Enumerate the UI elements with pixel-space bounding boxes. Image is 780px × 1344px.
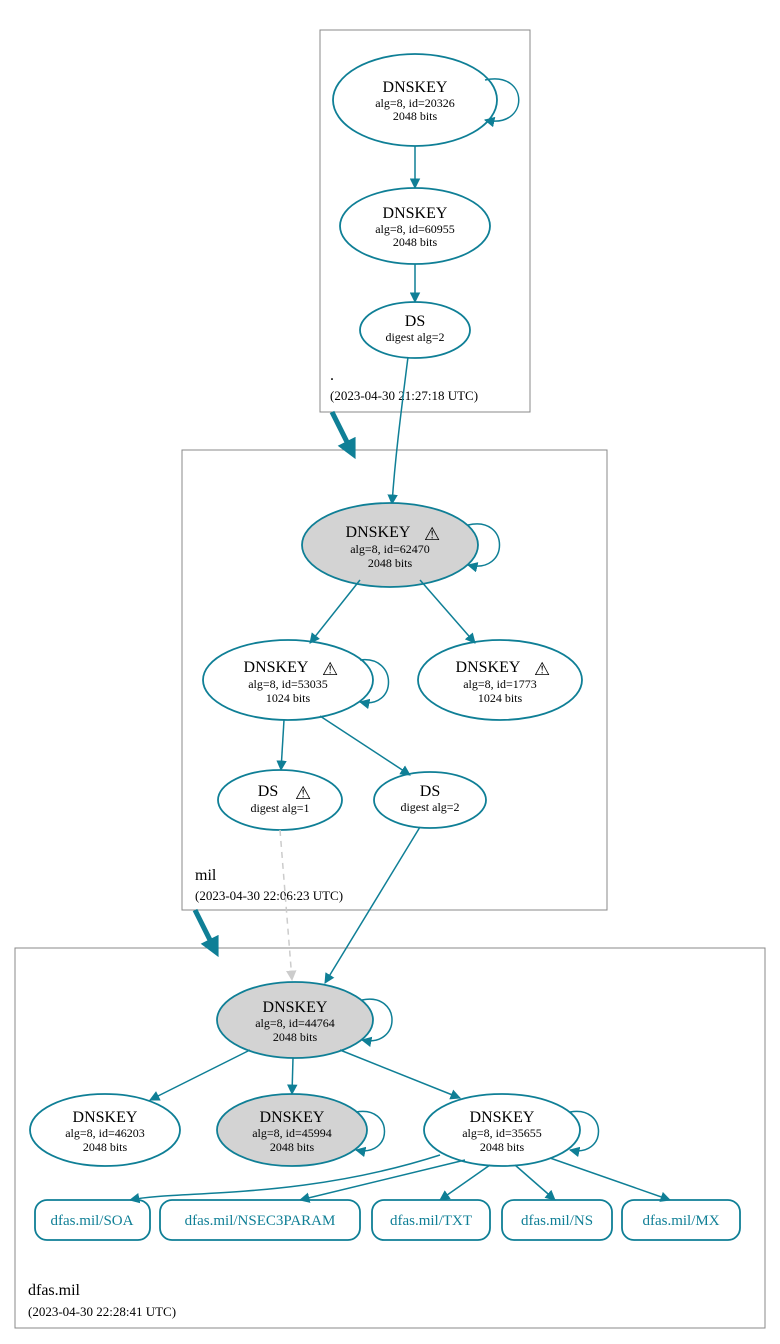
edge-ksk-k1 xyxy=(150,1050,250,1100)
edge-ksk-k3 xyxy=(340,1050,460,1098)
svg-text:alg=8, id=20326: alg=8, id=20326 xyxy=(375,96,455,110)
edge-root-to-mil-thick xyxy=(332,412,352,452)
svg-text:DNSKEY: DNSKEY xyxy=(383,79,448,96)
svg-text:1024 bits: 1024 bits xyxy=(478,691,523,705)
svg-text:DS: DS xyxy=(420,783,440,800)
node-root-ds: DS digest alg=2 xyxy=(360,302,470,358)
svg-text:1024 bits: 1024 bits xyxy=(266,691,311,705)
node-mil-zsk1: DNSKEY ⚠ alg=8, id=53035 1024 bits xyxy=(203,640,373,720)
record-txt: dfas.mil/TXT xyxy=(372,1200,490,1240)
svg-text:DNSKEY: DNSKEY xyxy=(383,205,448,222)
edge-k3-ns xyxy=(515,1165,555,1200)
node-dfas-ksk: DNSKEY alg=8, id=44764 2048 bits xyxy=(217,982,373,1058)
svg-text:2048 bits: 2048 bits xyxy=(393,235,438,249)
edge-rds-milksk xyxy=(392,357,408,504)
node-root-zsk: DNSKEY alg=8, id=60955 2048 bits xyxy=(340,188,490,264)
svg-text:DNSKEY: DNSKEY xyxy=(263,999,328,1016)
warning-icon: ⚠ xyxy=(424,524,440,544)
zone-mil-name: mil xyxy=(195,867,217,884)
node-dfas-k1: DNSKEY alg=8, id=46203 2048 bits xyxy=(30,1094,180,1166)
node-mil-zsk2: DNSKEY ⚠ alg=8, id=1773 1024 bits xyxy=(418,640,582,720)
svg-text:alg=8, id=46203: alg=8, id=46203 xyxy=(65,1126,145,1140)
svg-text:2048 bits: 2048 bits xyxy=(270,1140,315,1154)
svg-text:alg=8, id=1773: alg=8, id=1773 xyxy=(463,677,537,691)
record-ns: dfas.mil/NS xyxy=(502,1200,612,1240)
edge-k3-mx xyxy=(550,1158,670,1200)
svg-text:alg=8, id=62470: alg=8, id=62470 xyxy=(350,542,430,556)
svg-text:2048 bits: 2048 bits xyxy=(393,109,438,123)
edge-k3-txt xyxy=(440,1165,490,1200)
warning-icon: ⚠ xyxy=(322,659,338,679)
edge-ds1-dfasksk-dashed xyxy=(280,830,292,980)
svg-text:dfas.mil/MX: dfas.mil/MX xyxy=(642,1213,719,1229)
svg-text:DNSKEY: DNSKEY xyxy=(346,524,411,541)
svg-text:2048 bits: 2048 bits xyxy=(83,1140,128,1154)
edge-milksk-zsk2 xyxy=(420,580,475,643)
edge-mil-to-dfas-thick xyxy=(195,910,215,950)
svg-text:2048 bits: 2048 bits xyxy=(368,556,413,570)
record-soa: dfas.mil/SOA xyxy=(35,1200,150,1240)
svg-text:digest alg=2: digest alg=2 xyxy=(400,800,459,814)
edge-ds2-dfasksk xyxy=(325,827,420,983)
svg-text:alg=8, id=53035: alg=8, id=53035 xyxy=(248,677,328,691)
record-mx: dfas.mil/MX xyxy=(622,1200,740,1240)
svg-text:alg=8, id=35655: alg=8, id=35655 xyxy=(462,1126,542,1140)
svg-text:dfas.mil/TXT: dfas.mil/TXT xyxy=(390,1213,472,1229)
node-dfas-k3: DNSKEY alg=8, id=35655 2048 bits xyxy=(424,1094,580,1166)
zone-dfas-name: dfas.mil xyxy=(28,1282,81,1299)
svg-text:DNSKEY: DNSKEY xyxy=(244,659,309,676)
edge-zsk1-ds2 xyxy=(320,716,410,775)
svg-text:DNSKEY: DNSKEY xyxy=(260,1109,325,1126)
svg-text:alg=8, id=45994: alg=8, id=45994 xyxy=(252,1126,332,1140)
svg-text:DNSKEY: DNSKEY xyxy=(456,659,521,676)
svg-text:DS: DS xyxy=(258,783,278,800)
svg-text:2048 bits: 2048 bits xyxy=(273,1030,318,1044)
zone-root-name: . xyxy=(330,367,334,384)
node-mil-ds1: DS ⚠ digest alg=1 xyxy=(218,770,342,830)
zone-mil-time: (2023-04-30 22:06:23 UTC) xyxy=(195,888,343,903)
svg-text:DNSKEY: DNSKEY xyxy=(73,1109,138,1126)
edge-zsk1-ds1 xyxy=(281,720,284,770)
svg-text:2048 bits: 2048 bits xyxy=(480,1140,525,1154)
svg-text:alg=8, id=44764: alg=8, id=44764 xyxy=(255,1016,335,1030)
zone-dfas-time: (2023-04-30 22:28:41 UTC) xyxy=(28,1304,176,1319)
svg-text:digest alg=1: digest alg=1 xyxy=(250,801,309,815)
svg-text:alg=8, id=60955: alg=8, id=60955 xyxy=(375,222,455,236)
svg-text:DS: DS xyxy=(405,313,425,330)
svg-text:DNSKEY: DNSKEY xyxy=(470,1109,535,1126)
warning-icon: ⚠ xyxy=(295,783,311,803)
record-nsec3param: dfas.mil/NSEC3PARAM xyxy=(160,1200,360,1240)
node-root-ksk: DNSKEY alg=8, id=20326 2048 bits xyxy=(333,54,497,146)
edge-k3-nsec3 xyxy=(300,1160,465,1200)
edge-ksk-k2 xyxy=(292,1058,293,1094)
edge-milksk-zsk1 xyxy=(310,580,360,643)
warning-icon: ⚠ xyxy=(534,659,550,679)
node-dfas-k2: DNSKEY alg=8, id=45994 2048 bits xyxy=(217,1094,367,1166)
node-mil-ksk: DNSKEY ⚠ alg=8, id=62470 2048 bits xyxy=(302,503,478,587)
node-mil-ds2: DS digest alg=2 xyxy=(374,772,486,828)
svg-text:dfas.mil/SOA: dfas.mil/SOA xyxy=(51,1213,134,1229)
svg-text:digest alg=2: digest alg=2 xyxy=(385,330,444,344)
svg-text:dfas.mil/NSEC3PARAM: dfas.mil/NSEC3PARAM xyxy=(185,1213,336,1229)
svg-text:dfas.mil/NS: dfas.mil/NS xyxy=(521,1213,593,1229)
